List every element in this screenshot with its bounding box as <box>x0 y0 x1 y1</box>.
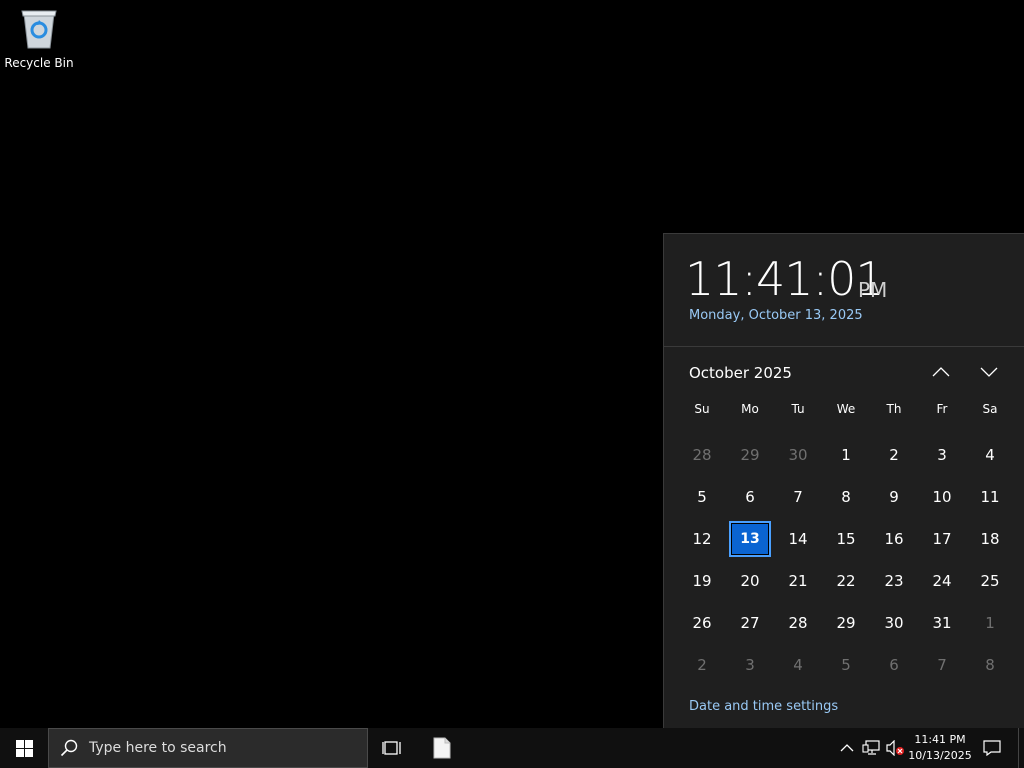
task-view-icon <box>382 741 401 755</box>
calendar-day[interactable]: 6 <box>726 476 774 518</box>
calendar-day[interactable]: 25 <box>966 560 1014 602</box>
calendar-day[interactable]: 22 <box>822 560 870 602</box>
start-button[interactable] <box>0 728 48 768</box>
search-box[interactable]: Type here to search <box>48 728 368 768</box>
calendar-day[interactable]: 23 <box>870 560 918 602</box>
next-month-button[interactable] <box>976 361 1002 383</box>
chevron-down-icon <box>980 367 998 377</box>
calendar-day[interactable]: 15 <box>822 518 870 560</box>
volume-muted-icon <box>886 740 904 756</box>
calendar-day[interactable]: 2 <box>870 434 918 476</box>
weekday-label: Mo <box>741 402 759 416</box>
chevron-up-icon <box>932 367 950 377</box>
calendar-day[interactable]: 10 <box>918 476 966 518</box>
calendar-day[interactable]: 7 <box>918 644 966 686</box>
calendar-day[interactable]: 19 <box>678 560 726 602</box>
network-icon <box>862 740 880 755</box>
calendar-week: 2 3 4 5 6 7 8 <box>678 644 1014 686</box>
search-placeholder: Type here to search <box>89 740 227 756</box>
calendar-week: 19 20 21 22 23 24 25 <box>678 560 1014 602</box>
windows-logo-icon <box>15 739 33 757</box>
recycle-bin-icon <box>21 10 57 49</box>
calendar-day[interactable]: 18 <box>966 518 1014 560</box>
calendar-day[interactable]: 8 <box>822 476 870 518</box>
calendar-day[interactable]: 5 <box>678 476 726 518</box>
calendar-day[interactable]: 16 <box>870 518 918 560</box>
calendar-week: 5 6 7 8 9 10 11 <box>678 476 1014 518</box>
action-center-button[interactable] <box>978 728 1006 768</box>
am-pm-indicator: PM <box>858 278 888 302</box>
calendar-grid: Su Mo Tu We Th Fr Sa 28 29 30 1 2 3 4 5 … <box>678 402 1014 686</box>
calendar-week: 26 27 28 29 30 31 1 <box>678 602 1014 644</box>
weekday-label: We <box>836 402 856 416</box>
file-icon <box>433 737 451 759</box>
volume-button[interactable] <box>884 728 906 768</box>
calendar-day[interactable]: 29 <box>822 602 870 644</box>
calendar-day[interactable]: 1 <box>966 602 1014 644</box>
show-desktop-button[interactable] <box>1018 728 1024 768</box>
calendar-day[interactable]: 29 <box>726 434 774 476</box>
month-year-label[interactable]: October 2025 <box>689 364 792 382</box>
calendar-day[interactable]: 5 <box>822 644 870 686</box>
task-view-button[interactable] <box>368 728 416 768</box>
calendar-day[interactable]: 14 <box>774 518 822 560</box>
calendar-day[interactable]: 17 <box>918 518 966 560</box>
weekday-header: Su Mo Tu We Th Fr Sa <box>678 402 1014 420</box>
calendar-day[interactable]: 7 <box>774 476 822 518</box>
taskbar-date: 10/13/2025 <box>908 749 972 762</box>
calendar-day[interactable]: 9 <box>870 476 918 518</box>
calendar-day[interactable]: 12 <box>678 518 726 560</box>
calendar-day[interactable]: 30 <box>870 602 918 644</box>
recycle-bin-label: Recycle Bin <box>4 56 74 70</box>
calendar-day[interactable]: 31 <box>918 602 966 644</box>
notification-icon <box>983 740 1001 756</box>
calendar-day[interactable]: 28 <box>678 434 726 476</box>
calendar-week: 28 29 30 1 2 3 4 <box>678 434 1014 476</box>
calendar-week: 12 13 14 15 16 17 18 <box>678 518 1014 560</box>
calendar-day[interactable]: 28 <box>774 602 822 644</box>
weekday-label: Su <box>694 402 710 416</box>
taskbar-clock[interactable]: 11:41 PM 10/13/2025 <box>906 730 974 766</box>
previous-month-button[interactable] <box>928 361 954 383</box>
search-icon <box>49 739 89 757</box>
calendar-day[interactable]: 6 <box>870 644 918 686</box>
calendar-day[interactable]: 11 <box>966 476 1014 518</box>
show-hidden-icons-button[interactable] <box>836 728 858 768</box>
current-time: 11:41:01 <box>685 252 885 306</box>
weekday-label: Fr <box>936 402 948 416</box>
calendar-day-today[interactable]: 13 <box>726 518 774 560</box>
today-highlight: 13 <box>729 521 771 557</box>
date-time-settings-link[interactable]: Date and time settings <box>689 699 838 714</box>
notepad-taskbar-button[interactable] <box>418 728 466 768</box>
network-button[interactable] <box>860 728 882 768</box>
calendar-day[interactable]: 3 <box>918 434 966 476</box>
calendar-day[interactable]: 8 <box>966 644 1014 686</box>
calendar-day[interactable]: 2 <box>678 644 726 686</box>
calendar-day[interactable]: 20 <box>726 560 774 602</box>
recycle-bin-shortcut[interactable]: Recycle Bin <box>4 6 74 76</box>
weekday-label: Th <box>886 402 902 416</box>
calendar-day[interactable]: 4 <box>966 434 1014 476</box>
calendar-day[interactable]: 30 <box>774 434 822 476</box>
taskbar: Type here to search 11:41 PM 10/13/2025 <box>0 728 1024 768</box>
long-date-link[interactable]: Monday, October 13, 2025 <box>689 308 863 323</box>
clock-calendar-flyout: 11:41:01 PM Monday, October 13, 2025 Oct… <box>663 233 1024 728</box>
calendar-day[interactable]: 4 <box>774 644 822 686</box>
chevron-up-icon <box>840 744 854 752</box>
clock-area: 11:41:01 PM Monday, October 13, 2025 <box>664 234 1024 347</box>
calendar-day[interactable]: 3 <box>726 644 774 686</box>
taskbar-time: 11:41 PM <box>914 733 966 746</box>
calendar-day[interactable]: 1 <box>822 434 870 476</box>
calendar-day[interactable]: 26 <box>678 602 726 644</box>
calendar-day[interactable]: 21 <box>774 560 822 602</box>
weekday-label: Tu <box>791 402 805 416</box>
calendar-day[interactable]: 27 <box>726 602 774 644</box>
weekday-label: Sa <box>982 402 998 416</box>
calendar-day[interactable]: 24 <box>918 560 966 602</box>
